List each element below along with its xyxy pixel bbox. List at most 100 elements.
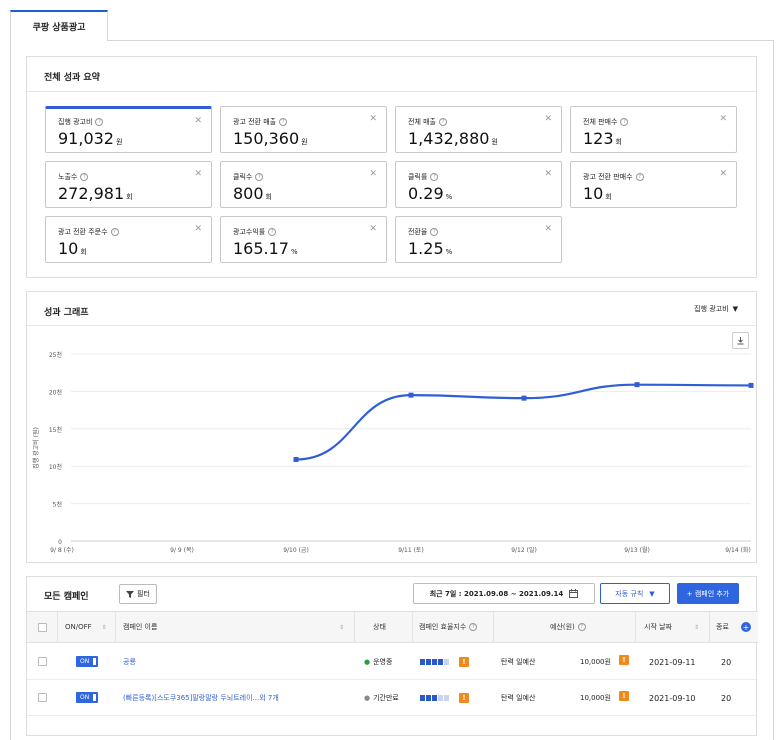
add-campaign-button[interactable]: + 캠페인 추가: [677, 583, 739, 604]
help-icon[interactable]: ?: [577, 623, 586, 631]
on-off-toggle[interactable]: ON: [76, 656, 98, 667]
col-divider: [57, 612, 58, 642]
date-range-picker[interactable]: 최근 7일 : 2021.09.08 ~ 2021.09.14: [413, 583, 595, 604]
budget-type: 탄력 일예산: [501, 658, 536, 666]
col-divider: [493, 612, 494, 642]
start-date: 2021-09-10: [649, 693, 696, 703]
data-point: [634, 382, 640, 388]
col-start-label: 시작 날짜: [644, 623, 672, 631]
efficiency-bar: [438, 659, 443, 665]
col-divider: [115, 612, 116, 642]
sort-icon[interactable]: ⇕: [339, 612, 344, 642]
toggle-label: ON: [80, 694, 90, 701]
calendar-icon: [569, 589, 579, 598]
status-dot: ●: [364, 694, 371, 702]
col-name[interactable]: 캠페인 이름: [123, 612, 157, 642]
col-divider: [709, 612, 710, 642]
warning-icon[interactable]: !: [459, 657, 469, 667]
filter-button[interactable]: 필터: [119, 584, 157, 604]
col-budget: 예산(원)?: [550, 612, 586, 642]
col-start-date[interactable]: 시작 날짜 ⇕: [644, 612, 699, 642]
warning-icon[interactable]: !: [619, 691, 629, 701]
end-date: 20: [721, 657, 732, 667]
efficiency-bar: [438, 695, 443, 701]
caret-down-icon: ▼: [649, 589, 655, 598]
col-end-date[interactable]: 종료: [716, 612, 729, 642]
y-tick-label: 15천: [49, 426, 62, 434]
col-efficiency: 캠페인 효율지수?: [419, 612, 478, 642]
campaigns-title: 모든 캠페인: [44, 592, 89, 602]
efficiency-bar: [432, 695, 437, 701]
data-point: [408, 392, 414, 398]
add-column-icon[interactable]: +: [741, 622, 751, 632]
col-budget-label: 예산(원): [550, 623, 575, 631]
on-off-toggle[interactable]: ON: [76, 692, 98, 703]
table-header: ON/OFF ⇕ 캠페인 이름 ⇕ 상태 캠페인 효율지수? 예산(원)? 시작 …: [27, 611, 758, 643]
data-point: [748, 382, 754, 388]
col-divider: [412, 612, 413, 642]
table-row: ON (빠른등록)[스도쿠365]말랑말랑 두뇌트레이...외 7개 ● 기간만료! 탄…: [27, 680, 758, 716]
x-tick-label: 9/14 (화): [725, 547, 751, 554]
status-dot: ●: [364, 658, 371, 666]
budget-amount: 10,000원: [580, 694, 611, 702]
filter-icon: [126, 590, 135, 598]
toggle-label: ON: [80, 658, 90, 665]
x-tick-label: 9/ 9 (목): [170, 547, 194, 554]
efficiency-bar: [444, 659, 449, 665]
efficiency-bar: [432, 659, 437, 665]
auto-rule-button[interactable]: 자동 규칙 ▼: [600, 583, 670, 604]
campaign-name-link[interactable]: 공룡: [123, 644, 136, 680]
data-point: [521, 395, 527, 401]
filter-label: 필터: [137, 590, 150, 598]
col-onoff-label: ON/OFF: [65, 623, 92, 631]
x-tick-label: 9/ 8 (수): [50, 547, 74, 554]
row-checkbox[interactable]: [38, 693, 47, 702]
campaign-name-link[interactable]: (빠른등록)[스도쿠365]말랑말랑 두뇌트레이...외 7개: [123, 680, 279, 716]
y-tick-label: 0: [58, 539, 62, 546]
sort-icon: ⇕: [694, 623, 700, 631]
col-divider: [635, 612, 636, 642]
col-status-label: 상태: [373, 623, 386, 631]
status-cell: ● 운영중: [364, 644, 392, 680]
efficiency-indicator: [420, 659, 449, 665]
y-tick-label: 25천: [49, 351, 62, 359]
col-onoff[interactable]: ON/OFF ⇕: [65, 612, 107, 642]
status-cell: ● 기간만료: [364, 680, 399, 716]
table-row: ON 공룡 ● 운영중! 탄력 일예산 10,000원! 2021-09-11 20: [27, 644, 758, 680]
help-icon[interactable]: ?: [469, 623, 478, 631]
efficiency-bar: [444, 695, 449, 701]
efficiency-bar: [420, 695, 425, 701]
x-tick-label: 9/10 (금): [283, 547, 309, 554]
x-tick-label: 9/11 (토): [398, 547, 424, 554]
col-efficiency-label: 캠페인 효율지수: [419, 623, 467, 631]
y-tick-label: 5천: [53, 501, 62, 509]
col-status: 상태: [373, 612, 386, 642]
end-date: 20: [721, 693, 732, 703]
col-divider: [354, 612, 355, 642]
efficiency-bar: [426, 659, 431, 665]
efficiency-bar: [426, 695, 431, 701]
y-tick-label: 20천: [49, 388, 62, 396]
status-label: 운영중: [373, 658, 393, 666]
efficiency-indicator: [420, 695, 449, 701]
budget-amount: 10,000원: [580, 658, 611, 666]
warning-icon[interactable]: !: [619, 655, 629, 665]
tab-coupang-product-ads[interactable]: 쿠팡 상품광고: [10, 10, 108, 41]
col-name-label: 캠페인 이름: [123, 623, 158, 631]
y-axis-label: 집행 광고비 (원): [32, 427, 40, 469]
date-range-label: 최근 7일 : 2021.09.08 ~ 2021.09.14: [429, 589, 564, 598]
select-all-checkbox[interactable]: [38, 623, 47, 632]
status-label: 기간만료: [373, 694, 399, 702]
budget-type: 탄력 일예산: [501, 694, 536, 702]
warning-icon[interactable]: !: [459, 693, 469, 703]
row-checkbox[interactable]: [38, 657, 47, 666]
col-end-label: 종료: [716, 623, 729, 631]
start-date: 2021-09-11: [649, 657, 696, 667]
sort-icon: ⇕: [101, 623, 107, 631]
campaigns-panel: 모든 캠페인 필터 최근 7일 : 2021.09.08 ~ 2021.09.1…: [26, 576, 758, 736]
x-tick-label: 9/12 (일): [511, 546, 537, 554]
data-point: [293, 456, 299, 462]
auto-rule-label: 자동 규칙: [615, 589, 644, 598]
y-tick-label: 10천: [49, 463, 62, 471]
x-tick-label: 9/13 (월): [624, 546, 650, 554]
